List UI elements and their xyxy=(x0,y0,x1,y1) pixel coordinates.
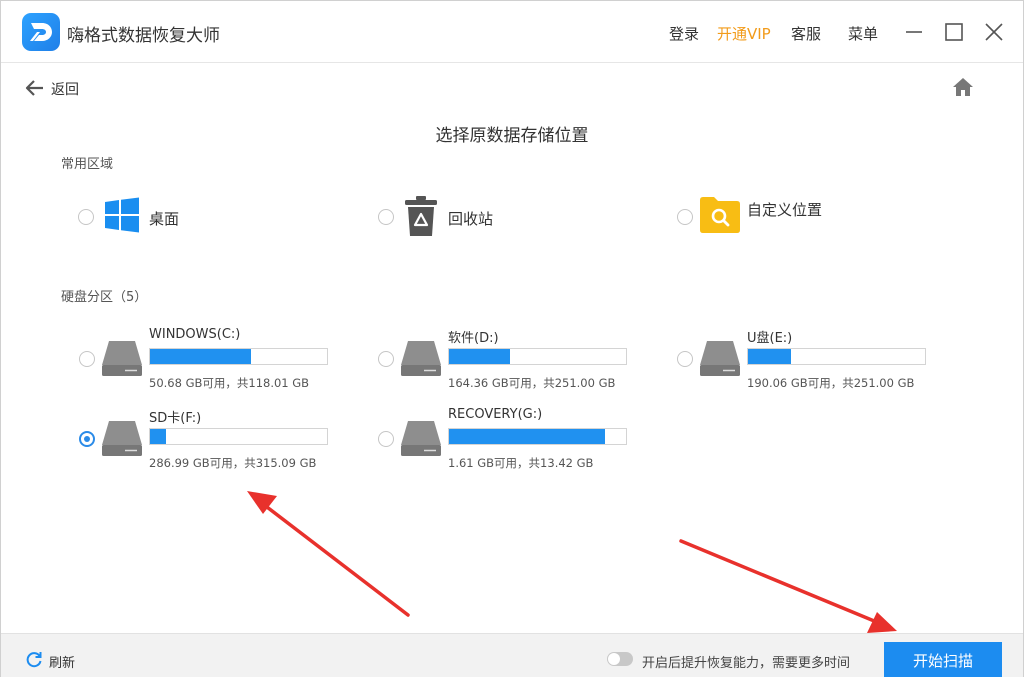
deep-scan-toggle[interactable] xyxy=(607,652,633,666)
drive-g-usage-bar xyxy=(448,428,627,445)
drive-e-usage-fill xyxy=(748,349,791,364)
drive-d-radio[interactable] xyxy=(378,351,394,367)
start-scan-button[interactable]: 开始扫描 xyxy=(884,642,1002,677)
recycle-bin-icon xyxy=(403,195,439,241)
bottom-bar: 刷新 开启后提升恢复能力，需要更多时间 开始扫描 xyxy=(1,633,1023,677)
drive-f-usage-bar xyxy=(149,428,328,445)
drive-f-radio[interactable] xyxy=(79,431,95,447)
drive-e-name: U盘(E:) xyxy=(747,331,793,346)
folder-search-icon xyxy=(700,197,740,237)
hard-drive-icon xyxy=(101,419,143,457)
app-title: 嗨格式数据恢复大师 xyxy=(67,26,220,46)
area-desktop-label: 桌面 xyxy=(149,210,180,228)
arrow-left-icon xyxy=(25,80,43,96)
annotation-arrow-scan xyxy=(679,539,897,633)
area-recycle-bin-radio[interactable] xyxy=(378,209,394,225)
drive-d-usage-bar xyxy=(448,348,627,365)
drive-g-name: RECOVERY(G:) xyxy=(448,407,543,422)
drive-d-name: 软件(D:) xyxy=(448,331,499,346)
partitions-label: 硬盘分区（5） xyxy=(61,290,148,305)
hard-drive-icon xyxy=(101,339,143,377)
drive-f-usage-fill xyxy=(150,429,166,444)
login-link[interactable]: 登录 xyxy=(669,23,699,44)
drive-g-info: 1.61 GB可用，共13.42 GB xyxy=(448,456,594,470)
area-recycle-bin-label: 回收站 xyxy=(448,210,494,228)
title-bar: 嗨格式数据恢复大师 登录 开通VIP 客服 菜单 xyxy=(1,1,1023,63)
drive-e-usage-bar xyxy=(747,348,926,365)
drive-e-info: 190.06 GB可用，共251.00 GB xyxy=(747,376,915,390)
close-icon[interactable] xyxy=(983,21,1005,43)
drive-f-info: 286.99 GB可用，共315.09 GB xyxy=(149,456,317,470)
hard-drive-icon xyxy=(400,419,442,457)
drive-e-radio[interactable] xyxy=(677,351,693,367)
refresh-icon xyxy=(26,652,42,668)
drive-c[interactable]: WINDOWS(C:) 50.68 GB可用，共118.01 GB xyxy=(79,327,369,393)
drive-c-name: WINDOWS(C:) xyxy=(149,327,241,342)
drive-c-usage-fill xyxy=(150,349,252,364)
drive-c-info: 50.68 GB可用，共118.01 GB xyxy=(149,376,310,390)
area-desktop-radio[interactable] xyxy=(78,209,94,225)
windows-icon xyxy=(104,197,140,237)
page-title: 选择原数据存储位置 xyxy=(435,126,589,146)
app-window: 嗨格式数据恢复大师 登录 开通VIP 客服 菜单 返回 选择原数据存储位置 常用… xyxy=(0,0,1024,677)
menu-link[interactable]: 菜单 xyxy=(848,23,878,44)
drive-e[interactable]: U盘(E:) 190.06 GB可用，共251.00 GB xyxy=(677,327,967,393)
home-icon[interactable] xyxy=(951,75,975,99)
deep-scan-toggle-label: 开启后提升恢复能力，需要更多时间 xyxy=(642,656,851,671)
common-areas-label: 常用区域 xyxy=(61,157,114,172)
maximize-icon[interactable] xyxy=(943,21,965,43)
drive-d[interactable]: 软件(D:) 164.36 GB可用，共251.00 GB xyxy=(378,327,668,393)
area-custom-location-radio[interactable] xyxy=(677,209,693,225)
drive-c-usage-bar xyxy=(149,348,328,365)
drive-f[interactable]: SD卡(F:) 286.99 GB可用，共315.09 GB xyxy=(79,407,369,473)
hard-drive-icon xyxy=(699,339,741,377)
drive-g-usage-fill xyxy=(449,429,605,444)
hard-drive-icon xyxy=(400,339,442,377)
area-custom-location-label: 自定义位置 xyxy=(747,201,823,219)
drive-c-radio[interactable] xyxy=(79,351,95,367)
drive-g-radio[interactable] xyxy=(378,431,394,447)
back-label: 返回 xyxy=(51,82,79,98)
drive-f-name: SD卡(F:) xyxy=(149,411,202,426)
annotation-arrow-drive xyxy=(247,491,410,617)
drive-d-info: 164.36 GB可用，共251.00 GB xyxy=(448,376,616,390)
drive-d-usage-fill xyxy=(449,349,511,364)
app-logo-icon xyxy=(22,13,60,51)
minimize-icon[interactable] xyxy=(903,21,925,43)
service-link[interactable]: 客服 xyxy=(791,23,821,44)
vip-link[interactable]: 开通VIP xyxy=(717,23,771,44)
refresh-label: 刷新 xyxy=(49,656,76,671)
drive-g[interactable]: RECOVERY(G:) 1.61 GB可用，共13.42 GB xyxy=(378,407,668,473)
